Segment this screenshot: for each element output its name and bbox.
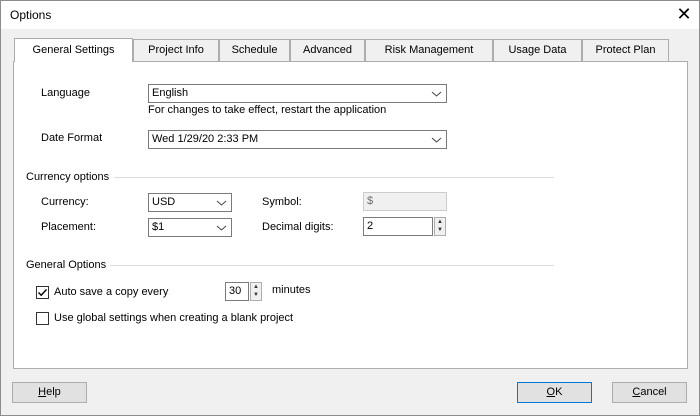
- tab-label: Protect Plan: [595, 44, 656, 56]
- currency-dropdown[interactable]: USD: [148, 193, 232, 212]
- currency-label: Currency:: [41, 196, 89, 208]
- autosave-checkbox[interactable]: [36, 286, 49, 299]
- placement-label: Placement:: [41, 221, 97, 233]
- global-settings-label: Use global settings when creating a blan…: [54, 312, 294, 324]
- tab-label: Schedule: [231, 44, 278, 56]
- autosave-minutes-spinner: ▲ ▼: [250, 282, 262, 301]
- language-value: English: [152, 87, 189, 99]
- autosave-minutes-value: 30: [229, 285, 242, 297]
- cancel-button-label: ancel: [640, 386, 667, 398]
- tab-label: Usage Data: [508, 44, 567, 56]
- close-button[interactable]: ✕: [669, 1, 699, 29]
- checkmark-icon: [38, 289, 48, 297]
- language-label: Language: [41, 87, 90, 99]
- spin-up-arrow-icon[interactable]: ▲: [251, 283, 261, 291]
- tab-usage-data[interactable]: Usage Data: [493, 39, 582, 61]
- close-icon: ✕: [676, 4, 692, 24]
- options-dialog: Options ✕ General Settings Project Info …: [0, 0, 700, 416]
- help-button-label: elp: [46, 386, 61, 398]
- general-options-heading: General Options: [26, 259, 107, 271]
- autosave-minutes-input[interactable]: 30: [225, 282, 249, 301]
- tab-project-info[interactable]: Project Info: [133, 39, 219, 61]
- decimal-digits-value: 2: [367, 220, 374, 232]
- date-format-label: Date Format: [41, 132, 103, 144]
- help-button-label-accesskey: H: [38, 386, 47, 398]
- tab-advanced[interactable]: Advanced: [290, 39, 365, 61]
- symbol-value: $: [367, 195, 374, 207]
- decimal-digits-spinner: ▲ ▼: [434, 217, 446, 236]
- group-divider: [114, 177, 554, 178]
- tab-label: Risk Management: [384, 44, 474, 56]
- spin-down-arrow-icon[interactable]: ▼: [251, 291, 261, 299]
- tab-label: Advanced: [303, 44, 352, 56]
- language-hint: For changes to take effect, restart the …: [148, 104, 387, 116]
- date-format-value: Wed 1/29/20 2:33 PM: [152, 133, 259, 145]
- chevron-down-icon: [216, 200, 227, 206]
- cancel-button[interactable]: Cancel: [612, 382, 687, 403]
- tab-label: Project Info: [148, 44, 204, 56]
- title-bar: Options ✕: [1, 1, 699, 29]
- tab-risk-management[interactable]: Risk Management: [365, 39, 493, 61]
- chevron-down-icon: [431, 137, 442, 143]
- help-button[interactable]: Help: [12, 382, 87, 403]
- date-format-dropdown[interactable]: Wed 1/29/20 2:33 PM: [148, 130, 447, 149]
- spin-up-arrow-icon[interactable]: ▲: [435, 218, 445, 226]
- decimal-digits-label: Decimal digits:: [262, 221, 334, 233]
- tab-protect-plan[interactable]: Protect Plan: [582, 39, 669, 61]
- chevron-down-icon: [431, 91, 442, 97]
- group-divider: [110, 265, 554, 266]
- symbol-field: $: [363, 192, 447, 211]
- ok-button[interactable]: OK: [517, 382, 592, 403]
- dialog-title: Options: [10, 8, 52, 22]
- decimal-digits-input[interactable]: 2: [363, 217, 433, 236]
- spin-down-arrow-icon[interactable]: ▼: [435, 226, 445, 234]
- chevron-down-icon: [216, 225, 227, 231]
- general-settings-panel: Language English For changes to take eff…: [13, 61, 688, 369]
- language-dropdown[interactable]: English: [148, 84, 447, 103]
- currency-options-heading: Currency options: [26, 171, 110, 183]
- tab-schedule[interactable]: Schedule: [219, 39, 290, 61]
- tab-general-settings[interactable]: General Settings: [14, 38, 133, 62]
- global-settings-checkbox[interactable]: [36, 312, 49, 325]
- currency-value: USD: [152, 196, 176, 208]
- symbol-label: Symbol:: [262, 196, 302, 208]
- ok-button-label: K: [555, 386, 563, 398]
- autosave-label: Auto save a copy every: [54, 286, 169, 298]
- ok-button-label-accesskey: O: [546, 386, 556, 398]
- tab-label: General Settings: [32, 44, 115, 56]
- placement-dropdown[interactable]: $1: [148, 218, 232, 237]
- minutes-label: minutes: [272, 284, 311, 296]
- placement-value: $1: [152, 221, 165, 233]
